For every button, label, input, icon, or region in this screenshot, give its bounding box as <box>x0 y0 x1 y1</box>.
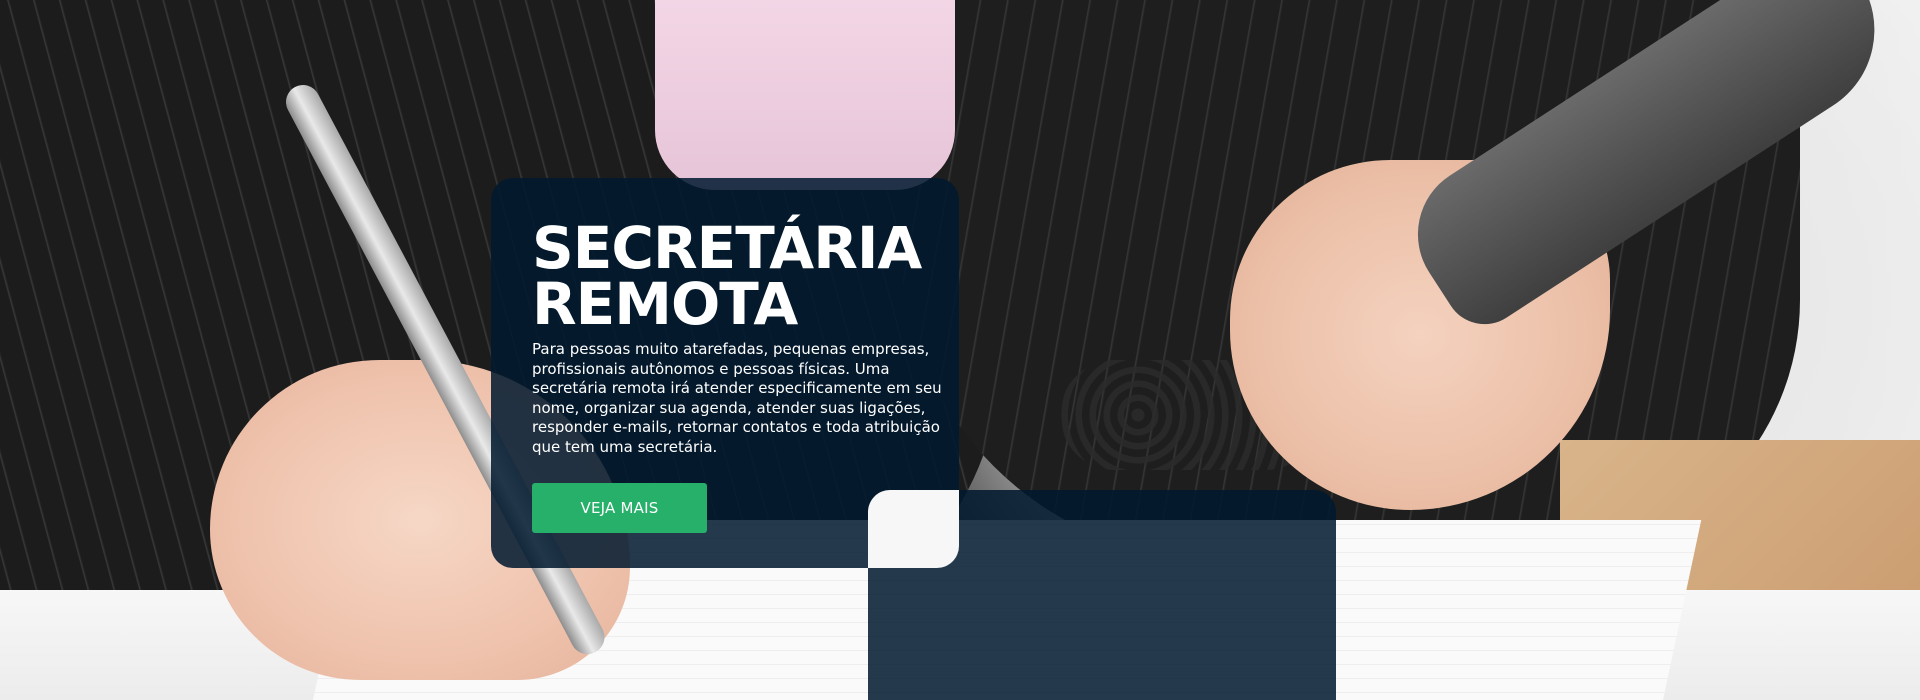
photo-shirt <box>655 0 955 190</box>
hero-title-line2: REMOTA <box>532 270 798 338</box>
veja-mais-button[interactable]: VEJA MAIS <box>532 483 707 533</box>
hero-description: Para pessoas muito atarefadas, pequenas … <box>532 340 942 456</box>
hero-content: SECRETÁRIA REMOTA Para pessoas muito ata… <box>532 219 952 533</box>
hero-title: SECRETÁRIA REMOTA <box>532 219 952 333</box>
